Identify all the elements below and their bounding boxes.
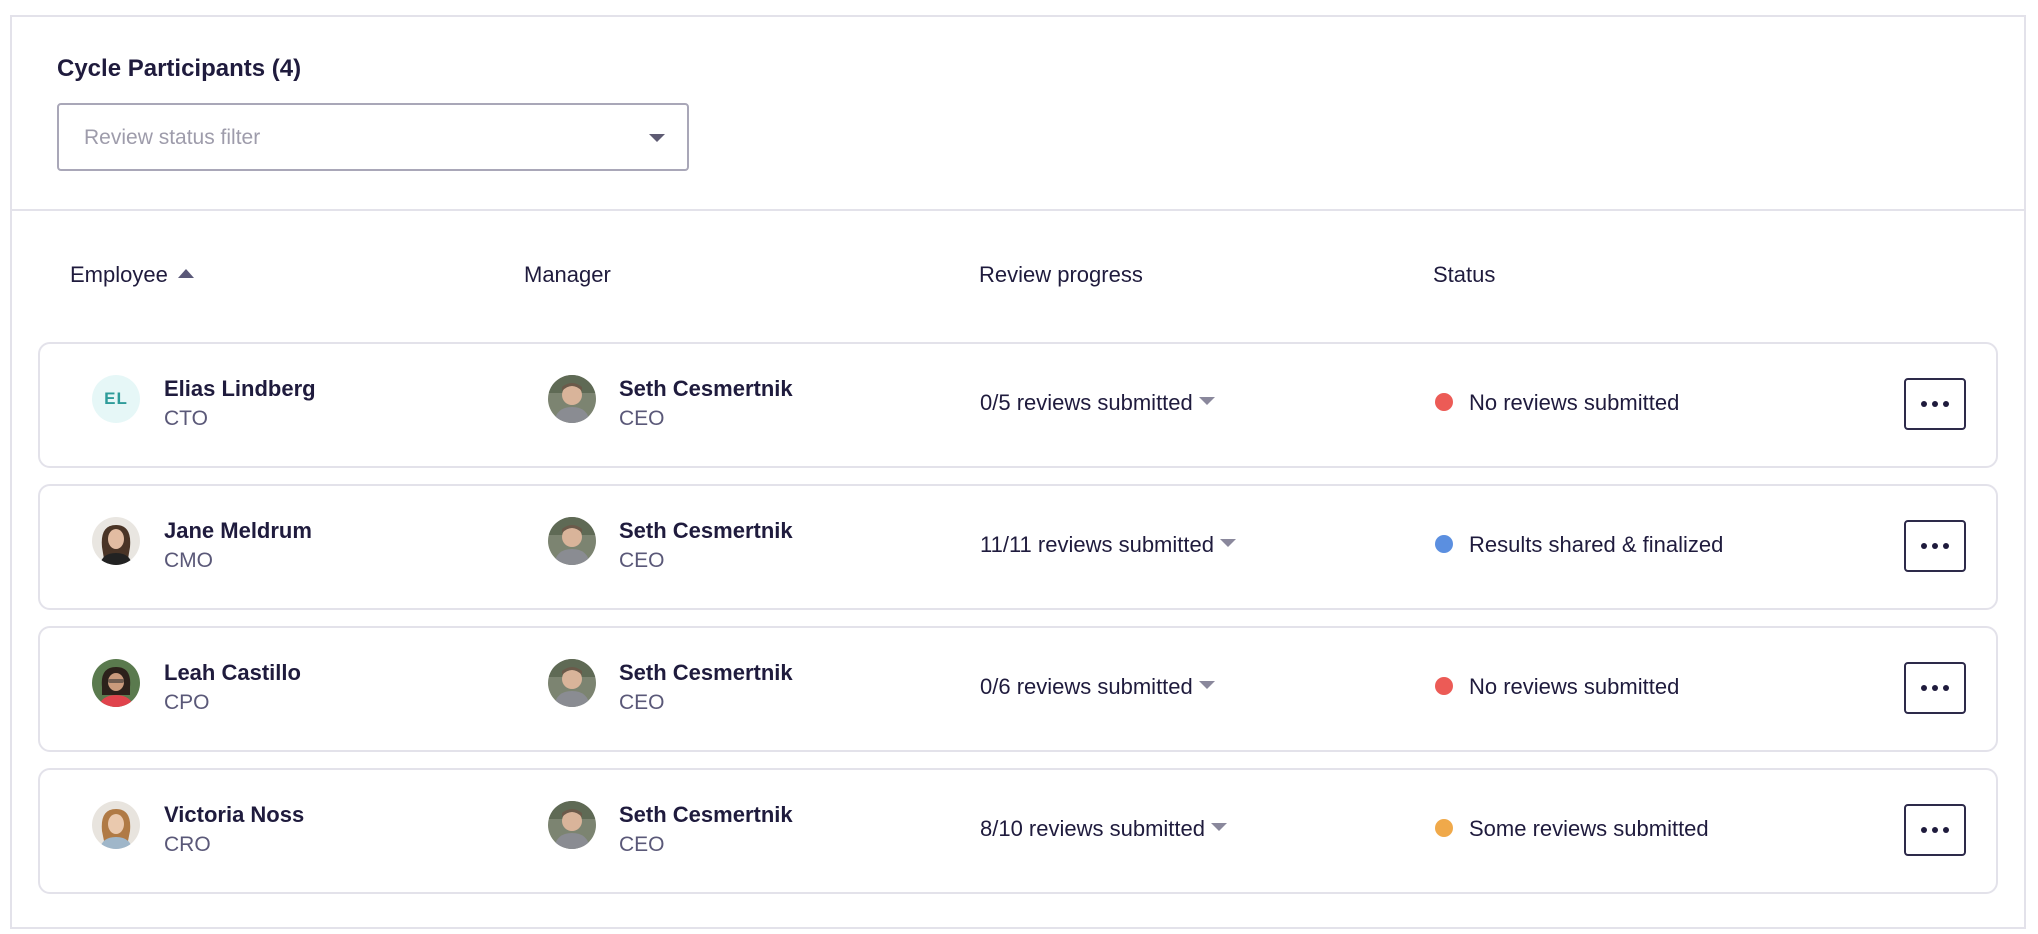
- review-progress-dropdown[interactable]: 0/6 reviews submitted: [980, 674, 1215, 700]
- status-badge: Some reviews submitted: [1435, 816, 1709, 842]
- chevron-down-icon: [1219, 539, 1236, 548]
- status-label: No reviews submitted: [1469, 390, 1680, 415]
- row-actions-button[interactable]: [1904, 804, 1966, 856]
- column-header-employee[interactable]: Employee: [70, 262, 194, 288]
- review-progress-dropdown[interactable]: 8/10 reviews submitted: [980, 816, 1227, 842]
- status-dot-icon: [1435, 819, 1453, 838]
- more-horizontal-icon: [1932, 401, 1938, 407]
- status-dot-icon: [1435, 677, 1453, 696]
- status-label: Results shared & finalized: [1469, 532, 1724, 557]
- status-badge: No reviews submitted: [1435, 674, 1679, 700]
- manager-role: CEO: [619, 407, 665, 430]
- avatar: [92, 517, 140, 565]
- employee-name[interactable]: Jane Meldrum: [164, 518, 312, 544]
- manager-role: CEO: [619, 833, 665, 856]
- review-status-filter[interactable]: Review status filter: [57, 103, 689, 171]
- more-horizontal-icon: [1943, 401, 1949, 407]
- status-dot-icon: [1435, 393, 1453, 412]
- panel-header: Cycle Participants (4) Review status fil…: [12, 17, 2024, 211]
- more-horizontal-icon: [1932, 685, 1938, 691]
- sort-ascending-icon: [177, 268, 194, 278]
- avatar: [92, 659, 140, 707]
- review-progress-dropdown[interactable]: 11/11 reviews submitted: [980, 532, 1236, 558]
- filter-placeholder: Review status filter: [84, 126, 261, 149]
- more-horizontal-icon: [1921, 685, 1927, 691]
- manager-name[interactable]: Seth Cesmertnik: [619, 802, 793, 828]
- more-horizontal-icon: [1921, 543, 1927, 549]
- status-dot-icon: [1435, 535, 1453, 554]
- chevron-down-icon: [649, 134, 665, 142]
- employee-role: CRO: [164, 833, 211, 856]
- more-horizontal-icon: [1943, 685, 1949, 691]
- status-label: No reviews submitted: [1469, 674, 1680, 699]
- review-progress-dropdown[interactable]: 0/5 reviews submitted: [980, 390, 1215, 416]
- manager-role: CEO: [619, 549, 665, 572]
- avatar: [548, 375, 596, 423]
- chevron-down-icon: [1198, 681, 1215, 690]
- row-actions-button[interactable]: [1904, 520, 1966, 572]
- manager-name[interactable]: Seth Cesmertnik: [619, 660, 793, 686]
- employee-role: CMO: [164, 549, 213, 572]
- chevron-down-icon: [1198, 397, 1215, 406]
- chevron-down-icon: [1211, 823, 1227, 832]
- column-header-status: Status: [1433, 262, 1496, 287]
- employee-role: CTO: [164, 407, 208, 430]
- avatar: [92, 801, 140, 849]
- more-horizontal-icon: [1943, 543, 1949, 549]
- status-label: Some reviews submitted: [1469, 816, 1709, 841]
- review-progress-label: 0/5 reviews submitted: [980, 390, 1193, 415]
- avatar: [548, 659, 596, 707]
- employee-name[interactable]: Elias Lindberg: [164, 376, 316, 402]
- employee-name[interactable]: Victoria Noss: [164, 802, 304, 828]
- more-horizontal-icon: [1943, 827, 1949, 833]
- more-horizontal-icon: [1921, 827, 1927, 833]
- table-row: Victoria Noss CRO Seth Cesmertnik CEO 8/…: [38, 768, 1998, 894]
- column-header-review-progress: Review progress: [979, 262, 1143, 287]
- column-header-manager: Manager: [524, 262, 611, 287]
- manager-name[interactable]: Seth Cesmertnik: [619, 518, 793, 544]
- avatar: [548, 517, 596, 565]
- avatar: EL: [92, 375, 140, 423]
- more-horizontal-icon: [1921, 401, 1927, 407]
- column-header-label: Employee: [70, 262, 168, 287]
- row-actions-button[interactable]: [1904, 378, 1966, 430]
- status-badge: No reviews submitted: [1435, 390, 1679, 416]
- more-horizontal-icon: [1932, 543, 1938, 549]
- review-progress-label: 11/11 reviews submitted: [980, 532, 1214, 557]
- review-progress-label: 8/10 reviews submitted: [980, 816, 1205, 841]
- employee-name[interactable]: Leah Castillo: [164, 660, 301, 686]
- row-actions-button[interactable]: [1904, 662, 1966, 714]
- more-horizontal-icon: [1932, 827, 1938, 833]
- avatar: [548, 801, 596, 849]
- manager-role: CEO: [619, 691, 665, 714]
- manager-name[interactable]: Seth Cesmertnik: [619, 376, 793, 402]
- table-row: EL Elias Lindberg CTO Seth Cesmertnik CE…: [38, 342, 1998, 468]
- employee-role: CPO: [164, 691, 210, 714]
- panel-title: Cycle Participants (4): [57, 55, 302, 82]
- status-badge: Results shared & finalized: [1435, 532, 1723, 558]
- table-row: Leah Castillo CPO Seth Cesmertnik CEO 0/…: [38, 626, 1998, 752]
- review-progress-label: 0/6 reviews submitted: [980, 674, 1193, 699]
- table-row: Jane Meldrum CMO Seth Cesmertnik CEO 11/…: [38, 484, 1998, 610]
